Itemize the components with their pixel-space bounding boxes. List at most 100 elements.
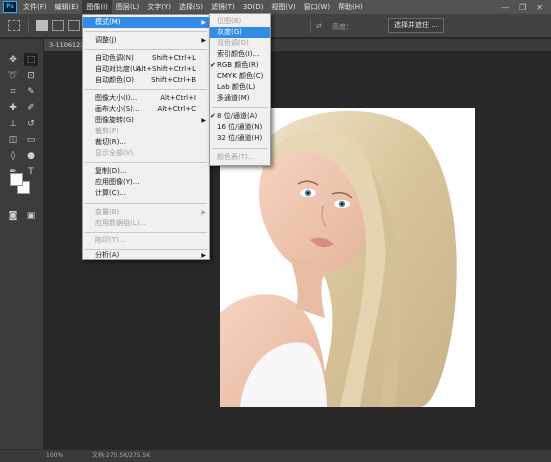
mode-item-32-bit[interactable]: 32 位/通道(H) bbox=[210, 133, 270, 144]
menu-item-label: 自动对比度(U) bbox=[95, 65, 141, 73]
history-brush-tool-icon[interactable]: ↺ bbox=[24, 117, 38, 130]
divider bbox=[310, 19, 311, 33]
add-selection-icon[interactable] bbox=[52, 20, 64, 31]
menu-item-label: 应用数据组(L)... bbox=[95, 219, 147, 227]
menu-separator bbox=[85, 232, 207, 233]
gradient-tool-icon[interactable]: ▭ bbox=[24, 133, 38, 146]
menu-separator bbox=[85, 89, 207, 90]
new-selection-icon[interactable] bbox=[36, 20, 48, 31]
menu-item-label: 自动颜色(O) bbox=[95, 76, 134, 84]
menu-item-mode[interactable]: 模式(M) ▶ bbox=[83, 17, 209, 28]
window-controls: — ❐ ✕ bbox=[501, 3, 551, 12]
menu-item-label: 计算(C)... bbox=[95, 189, 127, 197]
type-tool-icon[interactable]: T bbox=[24, 165, 38, 178]
menu-window[interactable]: 窗口(W) bbox=[300, 0, 334, 14]
mode-item-cmyk-color[interactable]: CMYK 颜色(C) bbox=[210, 71, 270, 82]
menu-item-label: 图像旋转(G) bbox=[95, 116, 134, 124]
blur-tool-icon[interactable]: ◊ bbox=[6, 149, 20, 162]
menu-type[interactable]: 文字(Y) bbox=[143, 0, 175, 14]
marquee-tool-icon[interactable]: ⬚ bbox=[24, 53, 38, 66]
move-tool-icon[interactable]: ✥ bbox=[6, 53, 20, 66]
submenu-item-label: 位图(B) bbox=[217, 17, 242, 25]
brush-tool-icon[interactable]: ✐ bbox=[24, 101, 38, 114]
menu-item-label: 陷印(T)... bbox=[95, 236, 126, 244]
menu-help[interactable]: 帮助(H) bbox=[334, 0, 367, 14]
menu-item-label: 复制(D)... bbox=[95, 167, 127, 175]
submenu-item-label: CMYK 颜色(C) bbox=[217, 72, 264, 80]
mode-item-rgb-color[interactable]: ✔ RGB 颜色(R) bbox=[210, 60, 270, 71]
mode-item-8-bit[interactable]: ✔ 8 位/通道(A) bbox=[210, 111, 270, 122]
menu-3d[interactable]: 3D(D) bbox=[239, 0, 268, 14]
menu-edit[interactable]: 编辑(E) bbox=[51, 0, 83, 14]
swap-icon[interactable]: ⇄ bbox=[316, 22, 322, 30]
submenu-item-label: 8 位/通道(A) bbox=[217, 112, 258, 120]
zoom-level[interactable]: 100% bbox=[46, 450, 63, 462]
menu-item-auto-tone[interactable]: 自动色调(N) Shift+Ctrl+L bbox=[83, 53, 209, 64]
mode-item-lab-color[interactable]: Lab 颜色(L) bbox=[210, 82, 270, 93]
screen-mode-icon[interactable]: ▣ bbox=[24, 209, 38, 222]
menu-shortcut: Alt+Ctrl+C bbox=[157, 105, 196, 113]
mode-item-16-bit[interactable]: 16 位/通道(N) bbox=[210, 122, 270, 133]
menu-item-image-size[interactable]: 图像大小(I)... Alt+Ctrl+I bbox=[83, 93, 209, 104]
healing-tool-icon[interactable]: ✚ bbox=[6, 101, 20, 114]
quick-select-tool-icon[interactable]: ⊡ bbox=[24, 69, 38, 82]
close-icon[interactable]: ✕ bbox=[536, 3, 543, 12]
eraser-tool-icon[interactable]: ◫ bbox=[6, 133, 20, 146]
menu-layer[interactable]: 图层(L) bbox=[112, 0, 143, 14]
menu-item-variables: 变量(B) ▶ bbox=[83, 207, 209, 218]
menu-shortcut: Shift+Ctrl+B bbox=[151, 76, 196, 84]
menu-file[interactable]: 文件(F) bbox=[19, 0, 51, 14]
menu-separator bbox=[85, 31, 207, 32]
height-label: 高度： bbox=[332, 23, 353, 31]
menu-item-auto-contrast[interactable]: 自动对比度(U) Alt+Shift+Ctrl+L bbox=[83, 64, 209, 75]
submenu-item-label: 多通道(M) bbox=[217, 94, 250, 102]
menu-item-calculations[interactable]: 计算(C)... bbox=[83, 188, 209, 199]
subtract-selection-icon[interactable] bbox=[68, 20, 80, 31]
menu-item-duplicate[interactable]: 复制(D)... bbox=[83, 166, 209, 177]
stamp-tool-icon[interactable]: ⊥ bbox=[6, 117, 20, 130]
menu-shortcut: Alt+Ctrl+I bbox=[160, 94, 196, 102]
checkmark-icon: ✔ bbox=[210, 61, 216, 69]
menu-item-adjustments[interactable]: 调整(J) ▶ bbox=[83, 35, 209, 46]
menu-select[interactable]: 选择(S) bbox=[175, 0, 207, 14]
menu-item-auto-color[interactable]: 自动颜色(O) Shift+Ctrl+B bbox=[83, 75, 209, 86]
menu-separator bbox=[212, 107, 268, 108]
submenu-item-label: 颜色表(T)... bbox=[217, 153, 255, 161]
menu-item-trim[interactable]: 裁切(R)... bbox=[83, 137, 209, 148]
lasso-tool-icon[interactable]: ➰ bbox=[6, 69, 20, 82]
quick-mask-icon[interactable]: ◙ bbox=[6, 209, 20, 222]
menu-filter[interactable]: 滤镜(T) bbox=[207, 0, 239, 14]
marquee-preset-icon[interactable] bbox=[8, 20, 20, 31]
menu-shortcut: Alt+Shift+Ctrl+L bbox=[136, 65, 196, 73]
document-size-info: 文档:275.5K/275.5K bbox=[92, 452, 151, 459]
select-and-mask-button[interactable]: 选择并遮住 ... bbox=[388, 18, 444, 33]
dodge-tool-icon[interactable]: ● bbox=[24, 149, 38, 162]
restore-icon[interactable]: ❐ bbox=[519, 3, 526, 12]
menu-item-label: 裁剪(P) bbox=[95, 127, 119, 135]
menu-item-analysis[interactable]: 分析(A) ▶ bbox=[83, 250, 209, 261]
menu-separator bbox=[85, 203, 207, 204]
menu-item-label: 模式(M) bbox=[95, 18, 121, 26]
menu-item-canvas-size[interactable]: 画布大小(S)... Alt+Ctrl+C bbox=[83, 104, 209, 115]
submenu-arrow-icon: ▶ bbox=[201, 117, 206, 124]
submenu-item-label: Lab 颜色(L) bbox=[217, 83, 256, 91]
menu-item-trap: 陷印(T)... bbox=[83, 235, 209, 246]
menu-item-image-rotation[interactable]: 图像旋转(G) ▶ bbox=[83, 115, 209, 126]
foreground-color-swatch[interactable] bbox=[10, 173, 23, 186]
submenu-item-label: RGB 颜色(R) bbox=[217, 61, 259, 69]
menu-view[interactable]: 视图(V) bbox=[267, 0, 299, 14]
mode-item-multichannel[interactable]: 多通道(M) bbox=[210, 93, 270, 104]
submenu-arrow-icon: ▶ bbox=[201, 19, 206, 26]
mode-item-bitmap: 位图(B) bbox=[210, 16, 270, 27]
menu-image[interactable]: 图像(I) bbox=[82, 0, 112, 14]
mode-item-grayscale[interactable]: 灰度(G) bbox=[210, 27, 270, 38]
menu-item-label: 画布大小(S)... bbox=[95, 105, 140, 113]
mode-item-indexed-color[interactable]: 索引颜色(I)... bbox=[210, 49, 270, 60]
divider bbox=[28, 19, 29, 33]
submenu-arrow-icon: ▶ bbox=[201, 37, 206, 44]
eyedropper-tool-icon[interactable]: ✎ bbox=[24, 85, 38, 98]
crop-tool-icon[interactable]: ⌗ bbox=[6, 85, 20, 98]
menu-item-apply-image[interactable]: 应用图像(Y)... bbox=[83, 177, 209, 188]
menu-item-label: 变量(B) bbox=[95, 208, 120, 216]
minimize-icon[interactable]: — bbox=[501, 3, 509, 12]
